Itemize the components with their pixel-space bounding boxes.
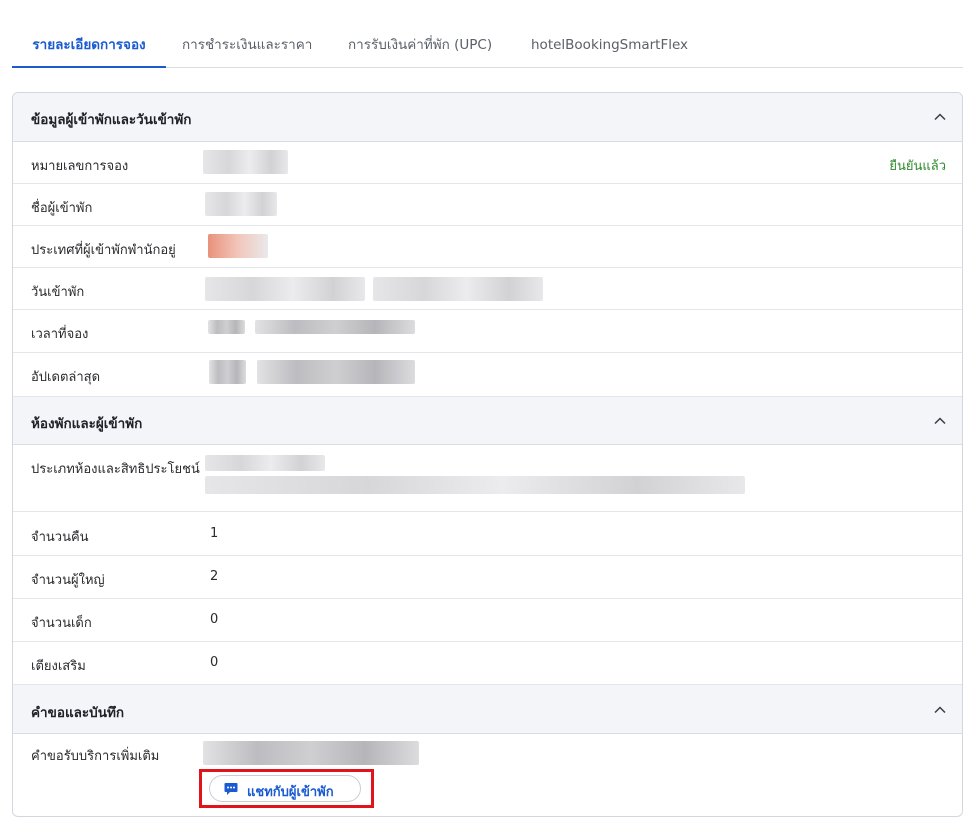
row-label: อัปเดตล่าสุด [31,370,101,385]
row-label: หมายเลขการจอง [31,159,129,174]
section-header-room-guests[interactable]: ห้องพักและผู้เข้าพัก [13,397,962,445]
row-room-type: ประเภทห้องและสิทธิประโยชน์ [13,445,962,512]
row-children: จำนวนเด็ก 0 [13,599,962,642]
tab-upc[interactable]: การรับเงินค่าที่พัก (UPC) [348,26,492,68]
section-title: ห้องพักและผู้เข้าพัก [31,416,143,432]
row-value: 0 [210,612,219,627]
row-booking-time: เวลาที่จอง [13,310,962,353]
redacted-checkin-date [205,277,365,301]
chevron-up-icon[interactable] [932,702,948,718]
row-label: ประเทศที่ผู้เข้าพักพำนักอยู่ [31,243,176,258]
section-header-guest-info[interactable]: ข้อมูลผู้เข้าพักและวันเข้าพัก [13,93,962,142]
redacted-room-benefits [205,476,745,494]
row-label: คำขอรับบริการเพิ่มเติม [31,749,160,764]
redacted-checkout-date [373,277,543,301]
booking-details-card: ข้อมูลผู้เข้าพักและวันเข้าพัก หมายเลขการ… [12,92,963,817]
chevron-up-icon[interactable] [932,109,948,125]
row-value: 2 [210,569,219,584]
redacted-booking-date [255,320,415,334]
row-label: เตียงเสริม [31,659,86,674]
chat-button-label: แชทกับผู้เข้าพัก [247,785,334,800]
row-guest-name: ชื่อผู้เข้าพัก [13,184,962,226]
tab-booking-details[interactable]: รายละเอียดการจอง [12,26,166,68]
row-nights: จำนวนคืน 1 [13,512,962,556]
row-label: เวลาที่จอง [31,327,89,342]
redacted-booking-time [208,320,245,334]
row-label: ชื่อผู้เข้าพัก [31,201,93,216]
row-extra-beds: เตียงเสริม 0 [13,642,962,685]
row-label: ประเภทห้องและสิทธิประโยชน์ [31,462,200,477]
section-header-requests-notes[interactable]: คำขอและบันทึก [13,685,962,734]
row-booking-number: หมายเลขการจอง ยืนยันแล้ว [13,142,962,184]
section-title: คำขอและบันทึก [31,705,125,721]
row-residence-country: ประเทศที่ผู้เข้าพักพำนักอยู่ [13,226,962,268]
redacted-special-requests [203,741,419,765]
row-value: 1 [210,526,219,541]
tab-smartflex[interactable]: hotelBookingSmartFlex [531,26,688,68]
row-label: วันเข้าพัก [31,285,85,300]
redacted-booking-number [203,150,288,174]
tab-payment-and-price[interactable]: การชำระเงินและราคา [182,26,312,68]
row-adults: จำนวนผู้ใหญ่ 2 [13,556,962,599]
row-label: จำนวนคืน [31,530,89,545]
status-badge: ยืนยันแล้ว [889,159,946,174]
row-stay-dates: วันเข้าพัก [13,268,962,310]
row-label: จำนวนผู้ใหญ่ [31,573,105,588]
chat-bubble-icon [224,783,238,795]
chat-with-guest-button[interactable]: แชทกับผู้เข้าพัก [209,775,361,802]
section-title: ข้อมูลผู้เข้าพักและวันเข้าพัก [31,112,192,128]
redacted-country [208,234,268,258]
tab-bar: รายละเอียดการจอง การชำระเงินและราคา การร… [12,26,963,68]
redacted-update-date [257,360,415,384]
row-label: จำนวนเด็ก [31,616,92,631]
row-value: 0 [210,655,219,670]
redacted-update-time [209,360,246,384]
redacted-guest-name [205,192,277,216]
row-special-requests: คำขอรับบริการเพิ่มเติม [13,734,962,816]
row-last-updated: อัปเดตล่าสุด [13,353,962,397]
redacted-room-type [205,455,325,471]
chevron-up-icon[interactable] [932,413,948,429]
